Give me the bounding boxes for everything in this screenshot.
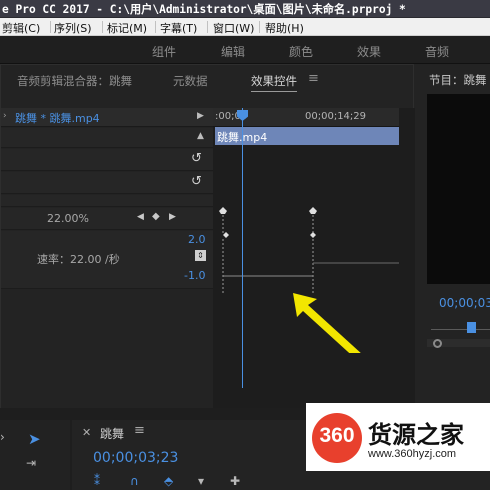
speed-rate-label: 速率：22.00 /秒	[37, 253, 120, 266]
menu-clip[interactable]: 剪辑(C)	[2, 20, 40, 36]
workspace-tab-editing[interactable]: 编辑	[221, 43, 245, 60]
value-stepper-icon[interactable]: ⇕	[195, 250, 206, 261]
workspace-tab-effects[interactable]: 效果	[357, 43, 381, 60]
play-triangle-icon[interactable]: ▶	[197, 111, 204, 121]
effect-row: ▲	[1, 128, 213, 148]
tab-sequence[interactable]: 跳舞	[100, 425, 124, 442]
workspace-bar: 组件 编辑 颜色 效果 音频	[0, 36, 490, 64]
reset-icon[interactable]: ↺	[191, 174, 202, 189]
playhead[interactable]	[237, 108, 248, 388]
collapse-triangle-icon[interactable]: ▲	[197, 131, 204, 141]
linked-selection-icon[interactable]: ∩	[130, 474, 139, 488]
clip-selector-label[interactable]: 跳舞 * 跳舞.mp4	[15, 110, 100, 126]
close-icon[interactable]: ✕	[82, 426, 91, 439]
effect-timeline[interactable]: :00;00 00;00;14;29 跳舞.mp4	[213, 108, 415, 408]
chevron-right-icon: ›	[3, 111, 7, 121]
watermark-logo: 360	[312, 413, 362, 463]
watermark-title: 货源之家	[368, 421, 464, 449]
program-preview	[427, 94, 490, 284]
sequence-timecode[interactable]: 00;00;03;23	[93, 450, 178, 466]
workspace-tab-color[interactable]: 颜色	[289, 43, 313, 60]
program-timecode[interactable]: 00;00;03	[439, 296, 490, 310]
menu-separator	[155, 21, 156, 33]
keyframe-marker[interactable]	[223, 232, 229, 238]
menu-separator	[50, 21, 51, 33]
watermark: 360 货源之家 www.360hyzj.com	[306, 403, 490, 471]
keyframe-marker[interactable]	[219, 207, 227, 214]
menu-bar: 剪辑(C) 序列(S) 标记(M) 字幕(T) 窗口(W) 帮助(H)	[0, 18, 490, 36]
zoom-handle-left[interactable]	[433, 339, 442, 348]
speed-percent-value[interactable]: 22.00%	[47, 212, 89, 225]
graph-max-label: 2.0	[188, 233, 206, 246]
tab-audio-clip-mixer[interactable]: 音频剪辑混合器：跳舞	[17, 73, 132, 89]
menu-separator	[259, 21, 260, 33]
menu-title[interactable]: 字幕(T)	[160, 20, 197, 36]
menu-help[interactable]: 帮助(H)	[265, 20, 304, 36]
selection-tool-icon[interactable]: ➤	[28, 430, 41, 448]
menu-separator	[102, 21, 103, 33]
workspace-tab-assembly[interactable]: 组件	[152, 43, 176, 60]
annotation-arrow-icon	[293, 293, 361, 353]
panel-menu-icon[interactable]: ≡	[134, 423, 145, 438]
marker-icon[interactable]: ▾	[198, 474, 204, 488]
chevron-icon[interactable]: ›	[0, 430, 5, 444]
tab-program-monitor[interactable]: 节目：跳舞	[429, 72, 487, 88]
tab-effect-controls[interactable]: 效果控件	[251, 73, 297, 92]
effect-row	[1, 195, 213, 207]
window-title-bar: e Pro CC 2017 - C:\用户\Administrator\桌面\图…	[0, 0, 490, 18]
empty-area	[1, 290, 213, 408]
effect-controls-panel: 音频剪辑混合器：跳舞 元数据 效果控件 ≡ › 跳舞 * 跳舞.mp4 ▶ ▲ …	[0, 64, 415, 453]
track-select-tool-icon[interactable]: ⇥	[26, 456, 36, 470]
ruler-end-time: 00;00;14;29	[305, 111, 367, 122]
keyframe-marker[interactable]	[310, 232, 316, 238]
panel-menu-icon[interactable]: ≡	[308, 71, 319, 86]
clip-selector-bar[interactable]: › 跳舞 * 跳舞.mp4 ▶	[1, 108, 213, 127]
prev-keyframe-icon[interactable]: ◀	[137, 212, 144, 222]
tools-panel: ➤ ⇥ ›	[0, 420, 70, 490]
effect-row: ↺	[1, 172, 213, 194]
program-playhead-icon[interactable]	[467, 322, 476, 333]
menu-marker[interactable]: 标记(M)	[107, 20, 147, 36]
tab-metadata[interactable]: 元数据	[173, 73, 208, 89]
wrench-icon[interactable]: ✚	[230, 474, 240, 488]
add-keyframe-icon[interactable]: ◆	[152, 211, 160, 222]
watermark-url: www.360hyzj.com	[368, 448, 457, 460]
reset-icon[interactable]: ↺	[191, 151, 202, 166]
snap-icon[interactable]: ⁑	[94, 474, 100, 488]
next-keyframe-icon[interactable]: ▶	[169, 212, 176, 222]
effect-row: ↺	[1, 149, 213, 171]
window-title: e Pro CC 2017 - C:\用户\Administrator\桌面\图…	[2, 3, 406, 16]
panel-tab-bar: 音频剪辑混合器：跳舞 元数据 效果控件 ≡	[1, 65, 413, 95]
add-marker-icon[interactable]: ⬘	[164, 474, 173, 488]
graph-min-label: -1.0	[184, 269, 206, 282]
menu-window[interactable]: 窗口(W)	[213, 20, 254, 36]
speed-graph-row: 2.0 速率：22.00 /秒 ⇕ -1.0	[1, 231, 213, 289]
keyframe-marker[interactable]	[309, 207, 317, 214]
watermark-logo-text: 360	[319, 424, 355, 447]
menu-separator	[207, 21, 208, 33]
workspace-tab-audio[interactable]: 音频	[425, 43, 449, 60]
menu-sequence[interactable]: 序列(S)	[54, 20, 92, 36]
program-timeline-line	[431, 329, 490, 330]
program-monitor-panel: 节目：跳舞 00;00;03	[417, 64, 490, 408]
speed-percent-row: 22.00% ◀ ◆ ▶	[1, 208, 213, 230]
